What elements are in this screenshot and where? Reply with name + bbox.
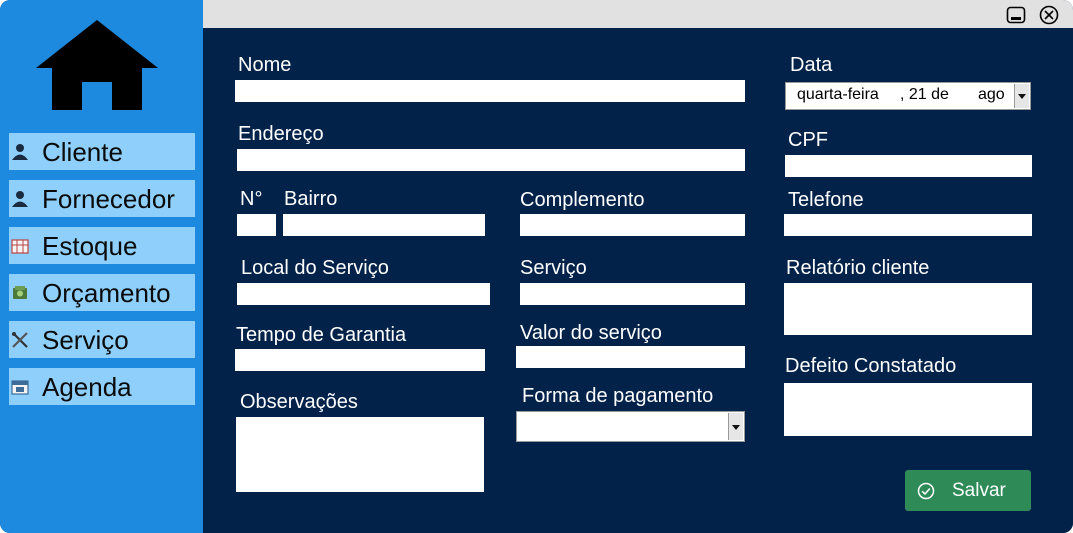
chevron-down-icon[interactable] [728,413,743,440]
valor-servico-input[interactable] [516,346,745,368]
sidebar-item-fornecedor[interactable]: Fornecedor [9,180,195,217]
date-day: , 21 de [900,86,949,103]
user-icon [12,191,28,207]
telefone-input[interactable] [784,214,1032,236]
sidebar-item-label: Estoque [42,231,138,261]
title-bar [203,0,1073,28]
relatorio-cliente-textarea[interactable] [784,283,1032,335]
cpf-input[interactable] [785,155,1032,177]
complemento-label: Complemento [520,189,645,211]
sidebar-item-label: Serviço [42,325,129,355]
data-label: Data [790,54,833,76]
nome-label: Nome [238,54,292,76]
home-icon[interactable] [36,20,159,110]
telefone-label: Telefone [788,189,864,211]
tempo-garantia-label: Tempo de Garantia [236,324,407,346]
defeito-constatado-label: Defeito Constatado [785,355,957,377]
endereco-input[interactable] [237,149,745,171]
calendar-icon [11,380,29,395]
sidebar-item-label: Cliente [42,137,123,167]
date-month: ago [978,86,1005,103]
servico-input[interactable] [520,283,745,305]
sidebar-item-label: Orçamento [42,278,171,308]
sidebar-item-servico[interactable]: Serviço [9,321,195,358]
local-servico-label: Local do Serviço [241,257,389,279]
nome-input[interactable] [235,80,745,102]
servico-label: Serviço [520,257,587,279]
sidebar-item-label: Agenda [42,372,132,402]
application-window: Cliente Fornecedor Estoque Orçamento Ser… [0,0,1073,533]
sidebar-item-estoque[interactable]: Estoque [9,227,195,264]
data-datepicker[interactable]: quarta-feira , 21 de ago [785,82,1031,110]
date-weekday: quarta-feira [797,86,879,103]
save-button[interactable]: Salvar [905,470,1031,511]
observacoes-label: Observações [240,391,358,413]
numero-label: N° [240,188,263,210]
numero-input[interactable] [237,214,276,236]
close-icon[interactable] [1039,5,1059,25]
sidebar-item-agenda[interactable]: Agenda [9,368,195,405]
sidebar-item-orcamento[interactable]: Orçamento [9,274,195,311]
valor-servico-label: Valor do serviço [520,322,662,344]
forma-pagamento-label: Forma de pagamento [522,385,714,407]
tempo-garantia-input[interactable] [235,349,485,371]
sidebar: Cliente Fornecedor Estoque Orçamento Ser… [0,0,203,533]
bairro-input[interactable] [283,214,485,236]
sidebar-item-label: Fornecedor [42,184,175,214]
check-circle-icon [917,482,935,500]
forma-pagamento-select[interactable] [516,411,745,442]
tools-icon [12,332,28,348]
inventory-icon [11,239,29,254]
save-button-label: Salvar [952,480,1006,501]
user-icon [12,144,28,160]
cpf-label: CPF [788,129,828,151]
local-servico-input[interactable] [237,283,490,305]
endereco-label: Endereço [238,123,324,145]
defeito-constatado-textarea[interactable] [784,383,1032,436]
observacoes-textarea[interactable] [236,417,484,492]
minimize-icon[interactable] [1006,5,1026,25]
sidebar-item-cliente[interactable]: Cliente [9,133,195,170]
chevron-down-icon[interactable] [1014,84,1029,108]
relatorio-cliente-label: Relatório cliente [786,257,930,279]
bairro-label: Bairro [284,188,338,210]
complemento-input[interactable] [520,214,745,236]
money-icon [13,286,27,299]
